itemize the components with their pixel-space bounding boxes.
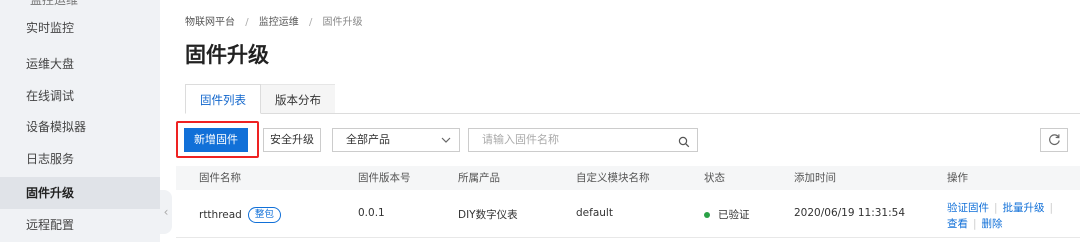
- verify-firmware-link[interactable]: 验证固件: [947, 202, 989, 214]
- add-firmware-button[interactable]: 新增固件: [184, 128, 248, 152]
- cell-status: 已验证: [704, 207, 750, 222]
- page-title: 固件升级: [185, 43, 269, 67]
- tab-bar: 固件列表 版本分布: [185, 84, 335, 114]
- column-header-version: 固件版本号: [358, 172, 411, 184]
- status-dot: [704, 212, 710, 218]
- breadcrumb-current: 固件升级: [322, 17, 363, 28]
- column-header-actions: 操作: [947, 172, 968, 184]
- firmware-name: rtthread: [199, 209, 242, 221]
- sidebar-item-firmware-upgrade[interactable]: 固件升级: [0, 177, 160, 209]
- chevron-down-icon: [441, 129, 451, 160]
- breadcrumb: 物联网平台 / 监控运维 / 固件升级: [185, 13, 363, 28]
- action-divider: |: [1049, 202, 1054, 214]
- main-content: 物联网平台 / 监控运维 / 固件升级 固件升级 固件列表 版本分布 新增固件 …: [176, 0, 1080, 242]
- column-header-added-time: 添加时间: [794, 172, 836, 184]
- breadcrumb-separator: /: [308, 17, 313, 28]
- action-divider: |: [994, 202, 998, 214]
- table-header: 固件名称 固件版本号 所属产品 自定义模块名称 状态 添加时间 操作: [176, 166, 1080, 190]
- column-header-status: 状态: [704, 172, 725, 184]
- refresh-icon: [1048, 131, 1061, 150]
- sidebar-item-log-service[interactable]: 日志服务: [0, 143, 160, 175]
- cell-added-time: 2020/06/19 11:31:54: [794, 207, 906, 219]
- cell-product: DIY数字仪表: [458, 209, 518, 221]
- cell-actions: 验证固件 | 批量升级 | 查看 | 删除: [947, 200, 1058, 232]
- delete-link[interactable]: 删除: [982, 218, 1003, 230]
- table-row: rtthread 整包 0.0.1 DIY数字仪表 default 已验证 202…: [176, 192, 1080, 238]
- sidebar-item-remote-config[interactable]: 远程配置: [0, 209, 160, 241]
- column-header-name: 固件名称: [199, 172, 241, 184]
- product-select[interactable]: 全部产品: [332, 128, 460, 152]
- firmware-search: [468, 128, 698, 152]
- package-type-badge: 整包: [247, 207, 281, 223]
- view-link[interactable]: 查看: [947, 218, 968, 230]
- column-header-product: 所属产品: [458, 172, 500, 184]
- cell-module: default: [576, 207, 613, 219]
- actions-line-1: 验证固件 | 批量升级 |: [947, 200, 1058, 216]
- chevron-left-icon: ‹: [163, 205, 169, 219]
- sidebar-item-realtime-monitor[interactable]: 实时监控: [0, 12, 160, 44]
- column-header-module: 自定义模块名称: [576, 172, 650, 184]
- batch-upgrade-link[interactable]: 批量升级: [1003, 202, 1045, 214]
- sidebar-item-online-debug[interactable]: 在线调试: [0, 80, 160, 112]
- tab-version-distribution[interactable]: 版本分布: [261, 84, 335, 114]
- breadcrumb-monitor-ops[interactable]: 监控运维: [259, 17, 299, 28]
- product-select-value: 全部产品: [346, 133, 390, 146]
- tab-divider: [185, 113, 1080, 114]
- firmware-search-input[interactable]: [482, 133, 662, 146]
- breadcrumb-separator: /: [245, 17, 249, 28]
- actions-line-2: 查看 | 删除: [947, 216, 1058, 232]
- sidebar: 监控运维 实时监控 运维大盘 在线调试 设备模拟器 日志服务 固件升级 远程配置: [0, 0, 160, 242]
- action-divider: |: [973, 218, 977, 230]
- cell-firmware-name: rtthread 整包: [199, 207, 281, 223]
- sidebar-group-title: 监控运维: [30, 0, 79, 7]
- safe-upgrade-button[interactable]: 安全升级: [263, 128, 321, 152]
- search-icon[interactable]: [678, 134, 690, 148]
- refresh-button[interactable]: [1040, 128, 1068, 152]
- tab-firmware-list[interactable]: 固件列表: [185, 84, 261, 114]
- cell-version: 0.0.1: [358, 207, 385, 219]
- breadcrumb-iot-platform[interactable]: 物联网平台: [185, 17, 235, 28]
- sidebar-item-ops-dashboard[interactable]: 运维大盘: [0, 48, 160, 80]
- app: 监控运维 实时监控 运维大盘 在线调试 设备模拟器 日志服务 固件升级 远程配置…: [0, 0, 1080, 242]
- sidebar-collapse-button[interactable]: ‹: [160, 190, 172, 234]
- status-label: 已验证: [718, 209, 750, 221]
- sidebar-item-device-simulator[interactable]: 设备模拟器: [0, 111, 160, 143]
